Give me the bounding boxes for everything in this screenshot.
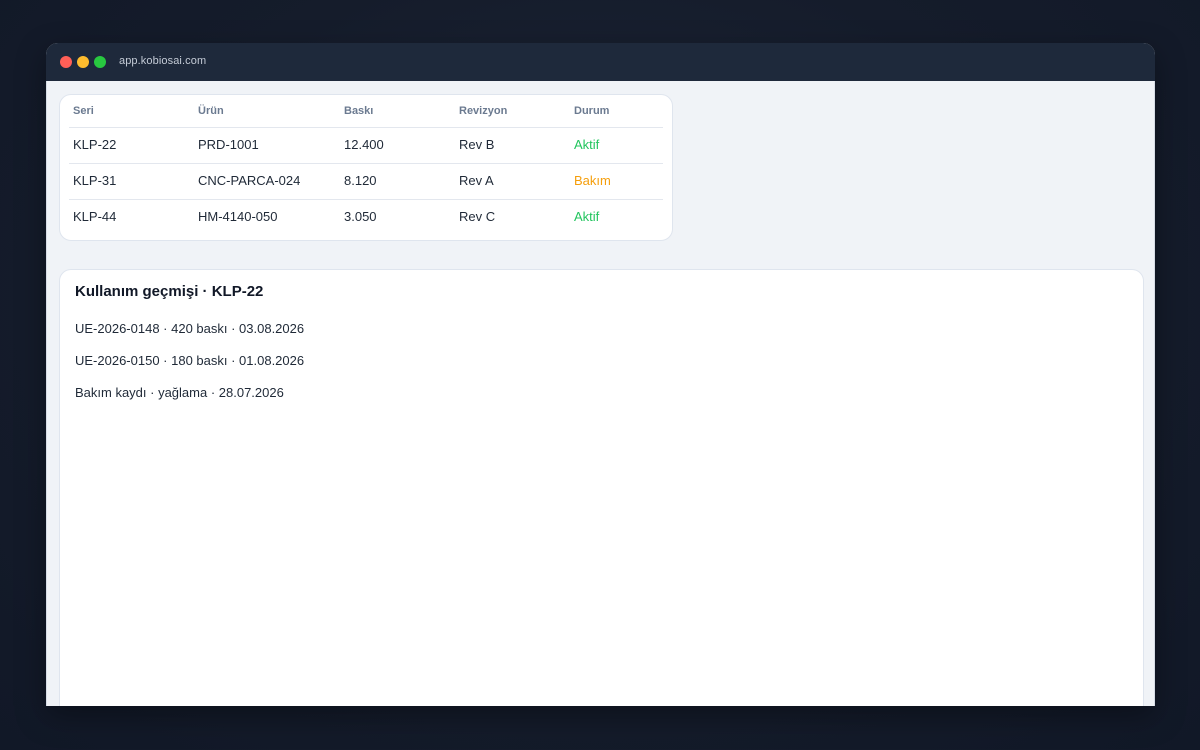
cell-revizyon: Rev C [459, 209, 496, 224]
cell-baski: 3.050 [344, 209, 377, 224]
cell-urun: CNC-PARCA-024 [198, 173, 301, 188]
cell-baski: 8.120 [344, 173, 377, 188]
table-header: Seri Ürün Baskı Revizyon Durum [69, 95, 663, 128]
cell-seri: KLP-22 [73, 137, 117, 152]
history-item: UE-2026-0148 · 420 baskı · 03.08.2026 [75, 321, 305, 336]
status-badge: Aktif [574, 137, 600, 152]
history-item: Bakım kaydı · yağlama · 28.07.2026 [75, 385, 284, 400]
cell-seri: KLP-44 [73, 209, 117, 224]
status-badge: Aktif [574, 209, 600, 224]
browser-window: app.kobiosai.com Seri Ürün Baskı Revizyo… [46, 43, 1155, 706]
address-url[interactable]: app.kobiosai.com [119, 55, 206, 67]
maximize-window-button[interactable] [94, 56, 106, 68]
history-item: UE-2026-0150 · 180 baskı · 01.08.2026 [75, 353, 305, 368]
title-bar: app.kobiosai.com [46, 43, 1155, 81]
cell-urun: PRD-1001 [198, 137, 259, 152]
cell-baski: 12.400 [344, 137, 384, 152]
column-header-seri[interactable]: Seri [73, 105, 94, 117]
column-header-urun[interactable]: Ürün [198, 105, 224, 117]
cell-revizyon: Rev A [459, 173, 494, 188]
column-header-baski[interactable]: Baskı [344, 105, 373, 117]
serial-table-card: Seri Ürün Baskı Revizyon Durum KLP-22 PR… [59, 94, 673, 241]
cell-revizyon: Rev B [459, 137, 495, 152]
column-header-durum[interactable]: Durum [574, 105, 609, 117]
close-window-button[interactable] [60, 56, 72, 68]
table-row[interactable]: KLP-31 CNC-PARCA-024 8.120 Rev A Bakım [69, 163, 663, 200]
usage-history-card: Kullanım geçmişi · KLP-22 UE-2026-0148 ·… [59, 269, 1144, 706]
minimize-window-button[interactable] [77, 56, 89, 68]
cell-urun: HM-4140-050 [198, 209, 278, 224]
column-header-revizyon[interactable]: Revizyon [459, 105, 507, 117]
table-row[interactable]: KLP-44 HM-4140-050 3.050 Rev C Aktif [69, 199, 663, 235]
history-title: Kullanım geçmişi · KLP-22 [75, 283, 264, 300]
status-badge: Bakım [574, 173, 611, 188]
cell-seri: KLP-31 [73, 173, 117, 188]
page-content: Seri Ürün Baskı Revizyon Durum KLP-22 PR… [46, 81, 1155, 706]
table-row[interactable]: KLP-22 PRD-1001 12.400 Rev B Aktif [69, 127, 663, 164]
